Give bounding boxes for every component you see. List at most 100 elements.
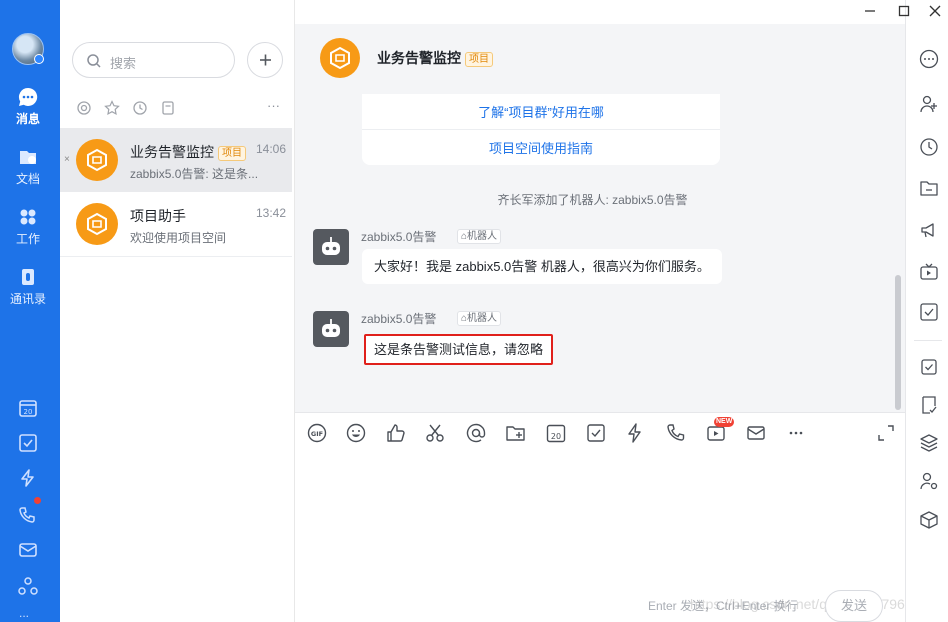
more-tools-icon[interactable] bbox=[785, 422, 807, 444]
folder-icon[interactable] bbox=[919, 178, 939, 198]
notification-dot bbox=[34, 497, 41, 504]
project-group-link[interactable]: 了解“项目群”好用在哪 bbox=[362, 102, 720, 121]
nav-contacts[interactable]: 通讯录 bbox=[0, 266, 56, 307]
title-strip bbox=[295, 0, 905, 24]
conversation-preview: zabbix5.0告警: 这是条... bbox=[130, 167, 259, 181]
announcement-icon[interactable] bbox=[919, 220, 939, 240]
scissors-icon[interactable] bbox=[424, 422, 446, 444]
conversation-name: 业务告警监控 项目 bbox=[130, 142, 246, 162]
conversation-time: 14:06 bbox=[255, 142, 286, 156]
avatar-status-badge bbox=[34, 54, 44, 64]
nav-work-label: 工作 bbox=[15, 232, 40, 246]
project-guide-link[interactable]: 项目空间使用指南 bbox=[362, 138, 720, 157]
history-icon[interactable] bbox=[919, 137, 939, 157]
robot-icon bbox=[322, 319, 340, 337]
video-icon[interactable] bbox=[919, 262, 939, 282]
mail-icon[interactable] bbox=[18, 540, 38, 560]
svg-text:20: 20 bbox=[551, 432, 561, 441]
bot-avatar[interactable] bbox=[313, 311, 349, 347]
right-tool-rail bbox=[905, 0, 948, 622]
mention-icon[interactable] bbox=[465, 422, 487, 444]
svg-text:20: 20 bbox=[24, 408, 33, 416]
phone-video-icon[interactable] bbox=[18, 505, 38, 525]
robot-badge: ⌂机器人 bbox=[457, 229, 502, 244]
message-sender: zabbix5.0告警 bbox=[361, 312, 437, 326]
search-icon bbox=[87, 54, 101, 68]
contacts-book-icon bbox=[22, 269, 34, 285]
list-divider bbox=[60, 256, 292, 257]
group-logo-icon bbox=[76, 139, 118, 181]
bot-avatar[interactable] bbox=[313, 229, 349, 265]
todo-icon[interactable] bbox=[919, 357, 939, 377]
chat-scrollbar[interactable] bbox=[895, 275, 901, 410]
nav-rail: 消息 文档 工作 通讯录 20 ... bbox=[0, 0, 60, 622]
project-guide-card: 了解“项目群”好用在哪 项目空间使用指南 bbox=[362, 94, 720, 165]
user-settings-icon[interactable] bbox=[919, 471, 939, 491]
nav-docs[interactable]: 文档 bbox=[0, 146, 56, 187]
apps-grid-icon bbox=[20, 209, 36, 225]
chat-title[interactable]: 业务告警监控 项目 bbox=[377, 48, 493, 68]
project-tag: 项目 bbox=[218, 146, 246, 161]
nav-work[interactable]: 工作 bbox=[0, 206, 56, 247]
project-tag: 项目 bbox=[465, 52, 493, 67]
filter-star-icon[interactable] bbox=[104, 100, 120, 119]
conversation-time: 13:42 bbox=[255, 206, 286, 220]
calendar-icon[interactable]: 20 bbox=[18, 398, 38, 418]
call-icon[interactable] bbox=[665, 422, 687, 444]
svg-text:GIF: GIF bbox=[311, 430, 323, 438]
org-share-icon[interactable] bbox=[18, 576, 38, 596]
message-bubble-highlighted: 这是条告警测试信息，请忽略 bbox=[364, 334, 554, 365]
thumbs-up-icon[interactable] bbox=[385, 422, 407, 444]
approval-icon[interactable] bbox=[919, 395, 939, 415]
message-composer: GIF 20 NEW Enter 发送，Ctrl+Enter 换行 https:… bbox=[295, 412, 905, 622]
message-sender: zabbix5.0告警 bbox=[361, 230, 437, 244]
conversation-list-panel: 搜索 ··· × 业务告警监控 项目 14:06 zabbix5.0告警: 这是条… bbox=[60, 0, 295, 622]
rail-separator bbox=[914, 340, 942, 341]
folder-add-icon[interactable] bbox=[505, 422, 527, 444]
task-icon[interactable] bbox=[919, 302, 939, 322]
nav-messages-label: 消息 bbox=[15, 112, 40, 126]
search-box[interactable]: 搜索 bbox=[72, 42, 235, 78]
maximize-icon[interactable] bbox=[896, 3, 912, 19]
list-more-button[interactable]: ··· bbox=[267, 98, 280, 113]
gif-icon[interactable]: GIF bbox=[306, 422, 328, 444]
expand-icon[interactable] bbox=[875, 422, 897, 444]
more-options-icon[interactable] bbox=[919, 49, 939, 69]
app-window: 消息 文档 工作 通讯录 20 ... 搜索 ··· × 业务告警监控 项目 1… bbox=[0, 0, 948, 622]
group-logo-icon[interactable] bbox=[320, 38, 360, 78]
lightning-icon[interactable] bbox=[624, 422, 646, 444]
chat-bubble-icon bbox=[18, 87, 38, 106]
filter-mention-icon[interactable] bbox=[76, 100, 92, 119]
new-badge: NEW bbox=[714, 417, 735, 427]
add-member-icon[interactable] bbox=[919, 94, 939, 114]
calendar-icon[interactable]: 20 bbox=[545, 422, 567, 444]
conversation-item-assistant[interactable]: 项目助手 13:42 欢迎使用项目空间 bbox=[60, 192, 292, 256]
task-check-icon[interactable] bbox=[585, 422, 607, 444]
package-icon[interactable] bbox=[919, 510, 939, 530]
todo-check-icon[interactable] bbox=[18, 433, 38, 453]
message-bubble: 大家好！我是 zabbix5.0告警 机器人，很高兴为你们服务。 bbox=[362, 249, 722, 284]
nav-messages[interactable]: 消息 bbox=[0, 86, 56, 127]
nav-docs-label: 文档 bbox=[15, 172, 40, 186]
close-icon[interactable]: × bbox=[64, 154, 70, 165]
chat-header: 业务告警监控 项目 bbox=[295, 24, 905, 90]
folder-doc-icon bbox=[20, 151, 36, 164]
lightning-icon[interactable] bbox=[18, 468, 38, 488]
assistant-logo-icon bbox=[76, 203, 118, 245]
minimize-icon[interactable] bbox=[862, 3, 878, 19]
add-button[interactable] bbox=[247, 42, 283, 78]
filter-doc-icon[interactable] bbox=[160, 100, 176, 119]
robot-icon bbox=[322, 237, 340, 255]
mail-icon[interactable] bbox=[745, 422, 767, 444]
layers-icon[interactable] bbox=[919, 433, 939, 453]
chat-panel: 业务告警监控 项目 了解“项目群”好用在哪 项目空间使用指南 齐长军添加了机器人:… bbox=[295, 0, 905, 622]
rail-more[interactable]: ... bbox=[19, 606, 29, 620]
filter-recent-icon[interactable] bbox=[132, 100, 148, 119]
search-placeholder: 搜索 bbox=[110, 56, 137, 71]
emoji-icon[interactable] bbox=[345, 422, 367, 444]
close-window-icon[interactable] bbox=[927, 3, 943, 19]
conversation-preview: 欢迎使用项目空间 bbox=[130, 231, 227, 245]
send-button[interactable]: 发送 bbox=[825, 590, 883, 622]
conversation-item-alert[interactable]: × 业务告警监控 项目 14:06 zabbix5.0告警: 这是条... bbox=[60, 128, 292, 192]
filter-bar: ··· bbox=[60, 98, 295, 120]
